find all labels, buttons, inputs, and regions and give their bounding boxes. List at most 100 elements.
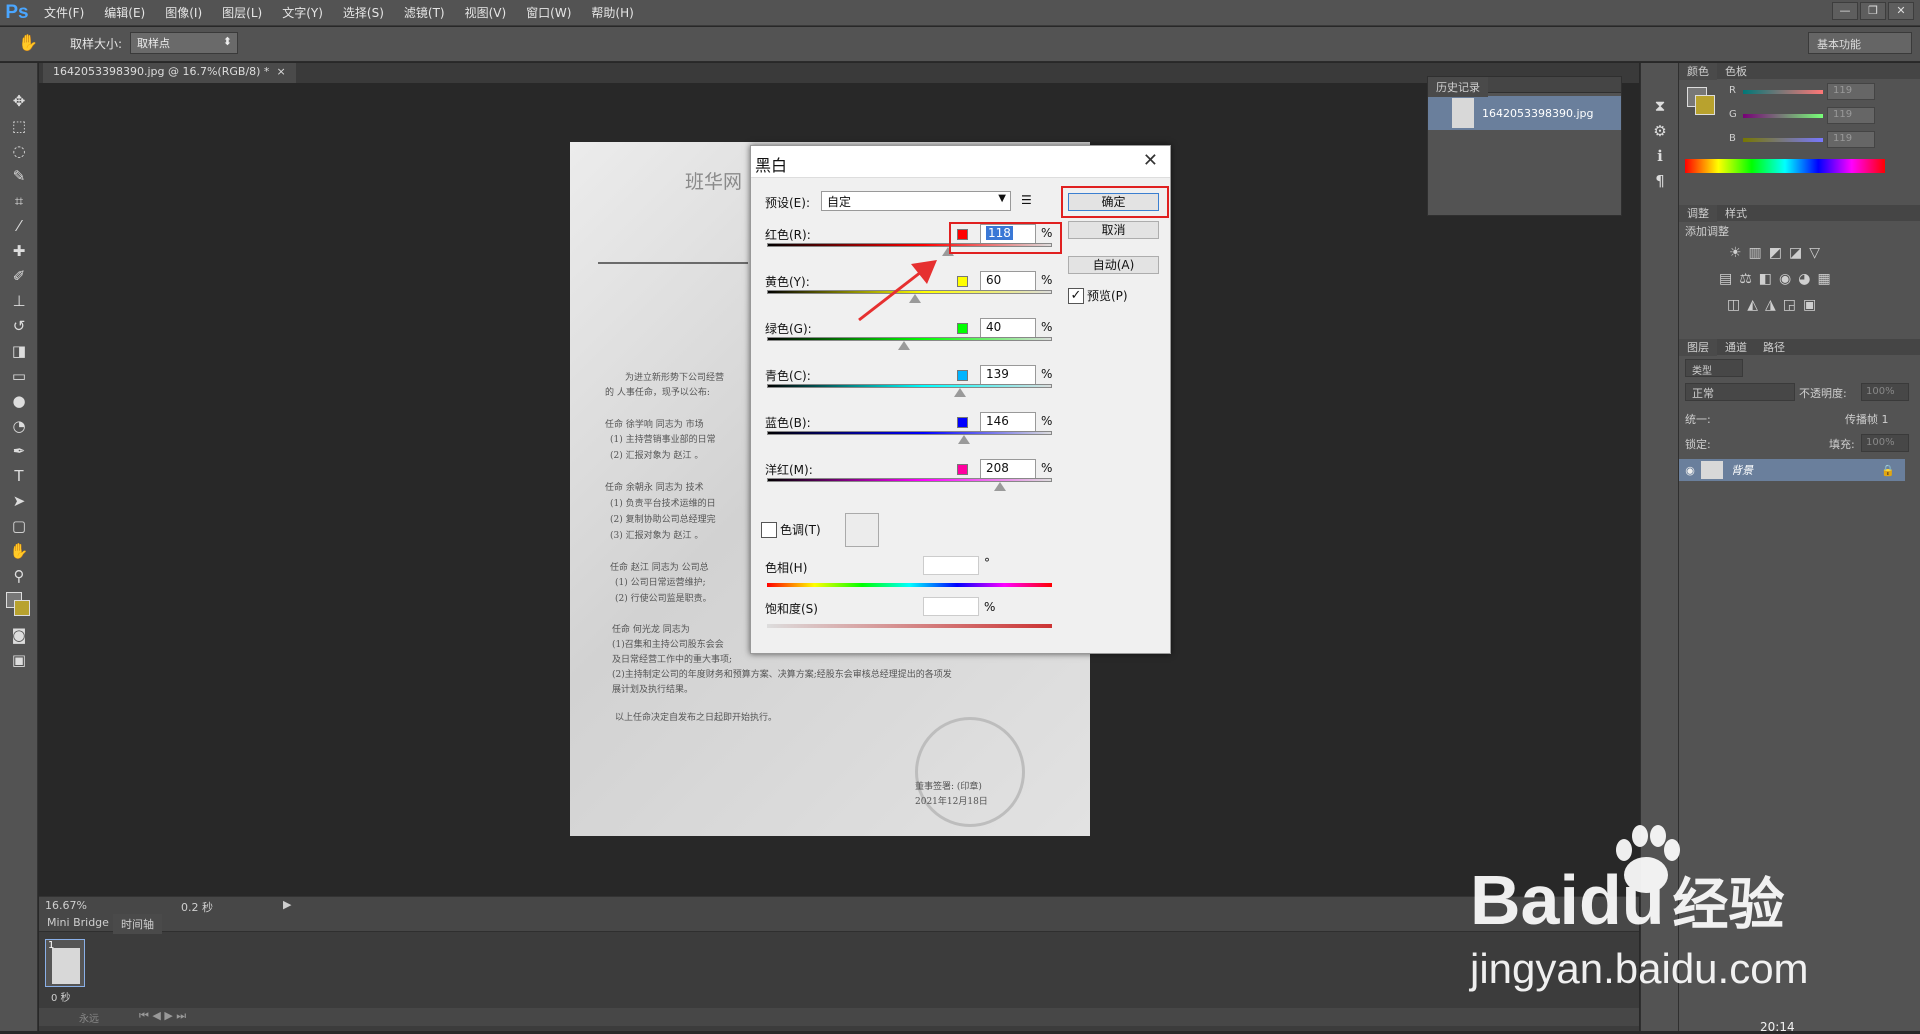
blue-channel-slider[interactable]	[767, 431, 1052, 445]
move-tool-icon[interactable]: ✥	[0, 88, 38, 113]
healing-brush-icon[interactable]: ✚	[0, 238, 38, 263]
menu-type[interactable]: 文字(Y)	[272, 0, 333, 26]
history-snapshot[interactable]: 1642053398390.jpg	[1428, 96, 1621, 130]
channel-g-slider[interactable]	[1743, 114, 1823, 118]
minimize-button[interactable]: —	[1832, 2, 1858, 20]
frame-delay[interactable]: 0 秒	[51, 989, 71, 1004]
sample-size-select[interactable]: 取样点 ⬍	[130, 32, 238, 54]
menu-window[interactable]: 窗口(W)	[516, 0, 581, 26]
loop-select[interactable]: 永远	[79, 1010, 99, 1025]
actions-panel-icon[interactable]: ⚙	[1641, 118, 1679, 143]
channel-r-slider[interactable]	[1743, 90, 1823, 94]
tab-paths[interactable]: 路径	[1755, 339, 1793, 356]
tab-styles[interactable]: 样式	[1717, 205, 1755, 222]
tint-checkbox[interactable]: 色调(T)	[761, 521, 821, 538]
blue-channel-input[interactable]: 146	[980, 412, 1036, 432]
channel-g-value[interactable]: 119	[1827, 107, 1875, 124]
preset-select[interactable]: 自定 ▼	[821, 191, 1011, 211]
close-tab-icon[interactable]: ×	[276, 65, 285, 78]
bg-color-chip[interactable]	[1695, 95, 1715, 115]
path-select-icon[interactable]: ➤	[0, 488, 38, 513]
screen-mode-icon[interactable]: ▣	[0, 647, 38, 672]
green-channel-input[interactable]: 40	[980, 318, 1036, 338]
opacity-input[interactable]: 100%	[1861, 383, 1909, 401]
propagate-frame-label[interactable]: 传播帧 1	[1845, 411, 1889, 427]
close-app-button[interactable]: ✕	[1888, 2, 1914, 20]
blur-tool-icon[interactable]: ●	[0, 388, 38, 413]
preset-options-icon[interactable]: ☰	[1021, 193, 1032, 207]
adjustment-icons-row1[interactable]: ☀▥◩◪▽	[1729, 245, 1827, 261]
green-slider-thumb[interactable]	[897, 341, 910, 350]
gradient-tool-icon[interactable]: ▭	[0, 363, 38, 388]
channel-b-value[interactable]: 119	[1827, 131, 1875, 148]
workspace-select[interactable]: 基本功能	[1808, 32, 1912, 54]
blend-mode-select[interactable]: 正常	[1685, 383, 1795, 401]
color-swatches[interactable]	[0, 588, 38, 622]
yellow-channel-input[interactable]: 60	[980, 271, 1036, 291]
layer-filter-select[interactable]: 类型	[1685, 359, 1743, 377]
quick-select-icon[interactable]: ✎	[0, 163, 38, 188]
eraser-tool-icon[interactable]: ◨	[0, 338, 38, 363]
dodge-tool-icon[interactable]: ◔	[0, 413, 38, 438]
tab-color[interactable]: 颜色	[1679, 63, 1717, 80]
play-arrow-icon[interactable]: ▶	[283, 898, 291, 911]
menu-layer[interactable]: 图层(L)	[212, 0, 272, 26]
hand-tool-icon[interactable]: ✋	[0, 538, 38, 563]
pen-tool-icon[interactable]: ✒	[0, 438, 38, 463]
tab-channels[interactable]: 通道	[1717, 339, 1755, 356]
menu-edit[interactable]: 编辑(E)	[94, 0, 155, 26]
tab-mini-bridge[interactable]: Mini Bridge	[39, 914, 117, 931]
shape-tool-icon[interactable]: ▢	[0, 513, 38, 538]
info-panel-icon[interactable]: ℹ	[1641, 143, 1679, 168]
channel-b-slider[interactable]	[1743, 138, 1823, 142]
preview-checkbox[interactable]: ✓ 预览(P)	[1068, 287, 1128, 304]
menu-image[interactable]: 图像(I)	[155, 0, 212, 26]
type-tool-icon[interactable]: T	[0, 463, 38, 488]
menu-filter[interactable]: 滤镜(T)	[394, 0, 455, 26]
cyan-channel-input[interactable]: 139	[980, 365, 1036, 385]
eyedropper-icon[interactable]: ⁄	[0, 213, 38, 238]
paragraph-panel-icon[interactable]: ¶	[1641, 168, 1679, 193]
crop-tool-icon[interactable]: ⌗	[0, 188, 38, 213]
tab-swatches[interactable]: 色板	[1717, 63, 1755, 80]
dialog-close-icon[interactable]: ✕	[1143, 150, 1158, 171]
cancel-button[interactable]: 取消	[1068, 221, 1159, 239]
fill-input[interactable]: 100%	[1861, 434, 1909, 452]
lasso-tool-icon[interactable]: ◌	[0, 138, 38, 163]
cyan-slider-thumb[interactable]	[954, 388, 967, 397]
color-spectrum[interactable]	[1685, 159, 1885, 173]
maximize-button[interactable]: ❐	[1860, 2, 1886, 20]
tab-adjustments[interactable]: 调整	[1679, 205, 1717, 222]
document-tab[interactable]: 1642053398390.jpg @ 16.7%(RGB/8) * ×	[43, 63, 296, 83]
menu-file[interactable]: 文件(F)	[34, 0, 94, 26]
magenta-channel-slider[interactable]	[767, 478, 1052, 492]
menu-select[interactable]: 选择(S)	[333, 0, 394, 26]
marquee-tool-icon[interactable]: ⬚	[0, 113, 38, 138]
history-brush-icon[interactable]: ↺	[0, 313, 38, 338]
background-color-swatch[interactable]	[14, 600, 30, 616]
green-channel-slider[interactable]	[767, 337, 1052, 351]
quick-mask-icon[interactable]: ◙	[0, 622, 38, 647]
tab-layers[interactable]: 图层	[1679, 339, 1717, 356]
zoom-tool-icon[interactable]: ⚲	[0, 563, 38, 588]
animation-frame[interactable]: 1	[45, 939, 85, 987]
menu-view[interactable]: 视图(V)	[455, 0, 517, 26]
adjustment-icons-row3[interactable]: ◫◭◮◲▣	[1727, 297, 1823, 313]
history-panel-title[interactable]: 历史记录	[1428, 77, 1488, 97]
hand-tool-icon[interactable]: ✋	[18, 33, 38, 52]
playback-controls-icon[interactable]: ⏮ ◀ ▶ ⏭	[139, 1009, 186, 1023]
magenta-slider-thumb[interactable]	[993, 482, 1006, 491]
cyan-channel-slider[interactable]	[767, 384, 1052, 398]
blue-slider-thumb[interactable]	[958, 435, 971, 444]
magenta-channel-input[interactable]: 208	[980, 459, 1036, 479]
tab-timeline[interactable]: 时间轴	[113, 914, 162, 934]
channel-r-value[interactable]: 119	[1827, 83, 1875, 100]
auto-button[interactable]: 自动(A)	[1068, 256, 1159, 274]
brush-tool-icon[interactable]: ✐	[0, 263, 38, 288]
menu-help[interactable]: 帮助(H)	[581, 0, 643, 26]
stamp-tool-icon[interactable]: ⊥	[0, 288, 38, 313]
eye-icon[interactable]: ◉	[1679, 464, 1701, 477]
adjustment-icons-row2[interactable]: ▤⚖◧◉◕▦	[1719, 271, 1838, 287]
zoom-level[interactable]: 16.67%	[45, 899, 87, 912]
history-panel-icon[interactable]: ⧗	[1641, 93, 1679, 118]
